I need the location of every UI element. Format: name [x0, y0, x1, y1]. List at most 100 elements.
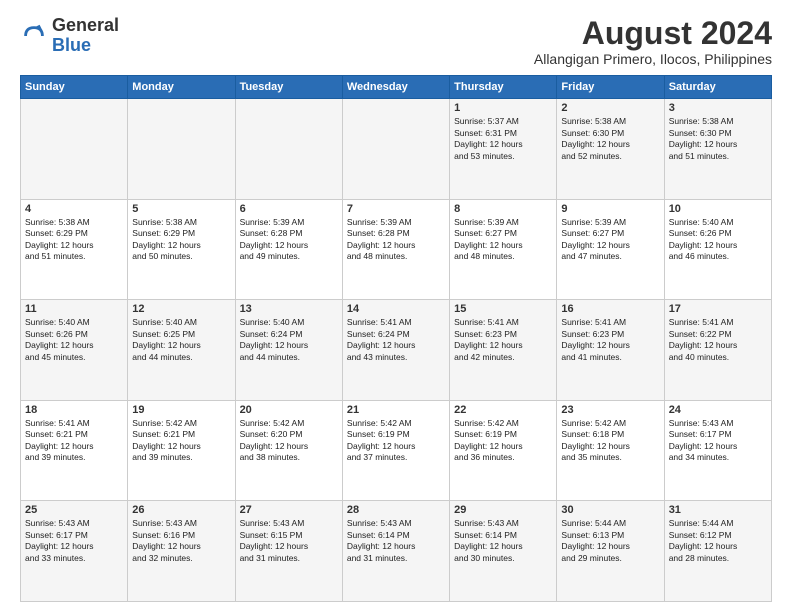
- day-number: 15: [454, 303, 552, 315]
- cell-w5-d4: 28 Sunrise: 5:43 AMSunset: 6:14 PMDayligh…: [342, 501, 449, 602]
- cell-w3-d3: 13Sunrise: 5:40 AMSunset: 6:24 PMDayligh…: [235, 300, 342, 401]
- cell-w2-d4: 7Sunrise: 5:39 AMSunset: 6:28 PMDaylight…: [342, 199, 449, 300]
- day-number: 12: [132, 303, 230, 315]
- cell-w1-d1: [21, 99, 128, 200]
- cell-content: Sunrise: 5:39 AMSunset: 6:28 PMDaylight:…: [240, 217, 338, 263]
- cell-content: Sunrise: 5:43 AMSunset: 6:14 PMDaylight:…: [347, 518, 445, 564]
- day-number: 21: [347, 404, 445, 416]
- week-row-5: 25 Sunrise: 5:43 AMSunset: 6:17 PMDayligh…: [21, 501, 772, 602]
- day-number: 18: [25, 404, 123, 416]
- cell-content: Sunrise: 5:39 AMSunset: 6:27 PMDaylight:…: [561, 217, 659, 263]
- cell-w4-d6: 23Sunrise: 5:42 AMSunset: 6:18 PMDayligh…: [557, 400, 664, 501]
- cell-w4-d4: 21 Sunrise: 5:42 AMSunset: 6:19 PMDayligh…: [342, 400, 449, 501]
- cell-w1-d7: 3Sunrise: 5:38 AMSunset: 6:30 PMDaylight…: [664, 99, 771, 200]
- day-number: 8: [454, 203, 552, 215]
- location: Allangigan Primero, Ilocos, Philippines: [534, 51, 772, 67]
- cell-w5-d6: 30 Sunrise: 5:44 AMSunset: 6:13 PMDayligh…: [557, 501, 664, 602]
- col-monday: Monday: [128, 76, 235, 99]
- cell-w3-d6: 16Sunrise: 5:41 AMSunset: 6:23 PMDayligh…: [557, 300, 664, 401]
- cell-w3-d5: 15 Sunrise: 5:41 AMSunset: 6:23 PMDayligh…: [450, 300, 557, 401]
- cell-w2-d5: 8 Sunrise: 5:39 AMSunset: 6:27 PMDaylight…: [450, 199, 557, 300]
- cell-content: Sunrise: 5:42 AMSunset: 6:20 PMDaylight:…: [240, 418, 338, 464]
- cell-content: Sunrise: 5:41 AMSunset: 6:23 PMDaylight:…: [454, 317, 552, 363]
- cell-content: Sunrise: 5:44 AMSunset: 6:13 PMDaylight:…: [561, 518, 659, 564]
- title-block: August 2024 Allangigan Primero, Ilocos, …: [534, 16, 772, 67]
- day-number: 25: [25, 504, 123, 516]
- cell-w4-d5: 22 Sunrise: 5:42 AMSunset: 6:19 PMDayligh…: [450, 400, 557, 501]
- day-number: 26: [132, 504, 230, 516]
- day-number: 17: [669, 303, 767, 315]
- cell-w4-d3: 20 Sunrise: 5:42 AMSunset: 6:20 PMDayligh…: [235, 400, 342, 501]
- cell-content: Sunrise: 5:40 AMSunset: 6:26 PMDaylight:…: [25, 317, 123, 363]
- cell-content: Sunrise: 5:40 AMSunset: 6:25 PMDaylight:…: [132, 317, 230, 363]
- cell-content: Sunrise: 5:41 AMSunset: 6:21 PMDaylight:…: [25, 418, 123, 464]
- cell-w3-d4: 14 Sunrise: 5:41 AMSunset: 6:24 PMDayligh…: [342, 300, 449, 401]
- cell-w1-d5: 1Sunrise: 5:37 AMSunset: 6:31 PMDaylight…: [450, 99, 557, 200]
- cell-content: Sunrise: 5:43 AMSunset: 6:14 PMDaylight:…: [454, 518, 552, 564]
- cell-w1-d4: [342, 99, 449, 200]
- cell-w4-d7: 24Sunrise: 5:43 AMSunset: 6:17 PMDayligh…: [664, 400, 771, 501]
- cell-content: Sunrise: 5:41 AMSunset: 6:22 PMDaylight:…: [669, 317, 767, 363]
- day-number: 23: [561, 404, 659, 416]
- cell-content: Sunrise: 5:41 AMSunset: 6:23 PMDaylight:…: [561, 317, 659, 363]
- logo-text: General Blue: [52, 16, 119, 56]
- cell-content: Sunrise: 5:38 AMSunset: 6:29 PMDaylight:…: [132, 217, 230, 263]
- cell-content: Sunrise: 5:44 AMSunset: 6:12 PMDaylight:…: [669, 518, 767, 564]
- day-number: 5: [132, 203, 230, 215]
- day-number: 14: [347, 303, 445, 315]
- cell-content: Sunrise: 5:39 AMSunset: 6:28 PMDaylight:…: [347, 217, 445, 263]
- month-year: August 2024: [534, 16, 772, 51]
- day-number: 28: [347, 504, 445, 516]
- cell-content: Sunrise: 5:38 AMSunset: 6:30 PMDaylight:…: [669, 116, 767, 162]
- day-number: 2: [561, 102, 659, 114]
- day-number: 22: [454, 404, 552, 416]
- day-number: 11: [25, 303, 123, 315]
- cell-content: Sunrise: 5:38 AMSunset: 6:29 PMDaylight:…: [25, 217, 123, 263]
- cell-content: Sunrise: 5:40 AMSunset: 6:24 PMDaylight:…: [240, 317, 338, 363]
- cell-w5-d5: 29 Sunrise: 5:43 AMSunset: 6:14 PMDayligh…: [450, 501, 557, 602]
- header: General Blue August 2024 Allangigan Prim…: [20, 16, 772, 67]
- day-number: 1: [454, 102, 552, 114]
- day-number: 19: [132, 404, 230, 416]
- week-row-4: 18 Sunrise: 5:41 AMSunset: 6:21 PMDayligh…: [21, 400, 772, 501]
- day-number: 29: [454, 504, 552, 516]
- cell-w5-d2: 26 Sunrise: 5:43 AMSunset: 6:16 PMDayligh…: [128, 501, 235, 602]
- cell-content: Sunrise: 5:42 AMSunset: 6:21 PMDaylight:…: [132, 418, 230, 464]
- logo: General Blue: [20, 16, 119, 56]
- week-row-1: 1Sunrise: 5:37 AMSunset: 6:31 PMDaylight…: [21, 99, 772, 200]
- day-number: 27: [240, 504, 338, 516]
- cell-w2-d7: 10Sunrise: 5:40 AMSunset: 6:26 PMDayligh…: [664, 199, 771, 300]
- cell-w4-d2: 19 Sunrise: 5:42 AMSunset: 6:21 PMDayligh…: [128, 400, 235, 501]
- cell-content: Sunrise: 5:43 AMSunset: 6:16 PMDaylight:…: [132, 518, 230, 564]
- cell-w5-d1: 25 Sunrise: 5:43 AMSunset: 6:17 PMDayligh…: [21, 501, 128, 602]
- cell-content: Sunrise: 5:43 AMSunset: 6:15 PMDaylight:…: [240, 518, 338, 564]
- day-number: 31: [669, 504, 767, 516]
- cell-w1-d3: [235, 99, 342, 200]
- col-friday: Friday: [557, 76, 664, 99]
- day-number: 30: [561, 504, 659, 516]
- day-number: 10: [669, 203, 767, 215]
- page: General Blue August 2024 Allangigan Prim…: [0, 0, 792, 612]
- cell-content: Sunrise: 5:43 AMSunset: 6:17 PMDaylight:…: [25, 518, 123, 564]
- header-row: Sunday Monday Tuesday Wednesday Thursday…: [21, 76, 772, 99]
- logo-blue: Blue: [52, 35, 91, 55]
- week-row-2: 4Sunrise: 5:38 AMSunset: 6:29 PMDaylight…: [21, 199, 772, 300]
- cell-w5-d3: 27 Sunrise: 5:43 AMSunset: 6:15 PMDayligh…: [235, 501, 342, 602]
- week-row-3: 11 Sunrise: 5:40 AMSunset: 6:26 PMDayligh…: [21, 300, 772, 401]
- cell-content: Sunrise: 5:42 AMSunset: 6:19 PMDaylight:…: [454, 418, 552, 464]
- calendar-table: Sunday Monday Tuesday Wednesday Thursday…: [20, 75, 772, 602]
- cell-content: Sunrise: 5:38 AMSunset: 6:30 PMDaylight:…: [561, 116, 659, 162]
- cell-content: Sunrise: 5:42 AMSunset: 6:19 PMDaylight:…: [347, 418, 445, 464]
- cell-w3-d1: 11 Sunrise: 5:40 AMSunset: 6:26 PMDayligh…: [21, 300, 128, 401]
- day-number: 6: [240, 203, 338, 215]
- calendar-header: Sunday Monday Tuesday Wednesday Thursday…: [21, 76, 772, 99]
- cell-w5-d7: 31 Sunrise: 5:44 AMSunset: 6:12 PMDayligh…: [664, 501, 771, 602]
- cell-content: Sunrise: 5:39 AMSunset: 6:27 PMDaylight:…: [454, 217, 552, 263]
- day-number: 20: [240, 404, 338, 416]
- cell-w2-d1: 4Sunrise: 5:38 AMSunset: 6:29 PMDaylight…: [21, 199, 128, 300]
- cell-content: Sunrise: 5:41 AMSunset: 6:24 PMDaylight:…: [347, 317, 445, 363]
- col-saturday: Saturday: [664, 76, 771, 99]
- col-sunday: Sunday: [21, 76, 128, 99]
- day-number: 24: [669, 404, 767, 416]
- cell-w3-d7: 17 Sunrise: 5:41 AMSunset: 6:22 PMDayligh…: [664, 300, 771, 401]
